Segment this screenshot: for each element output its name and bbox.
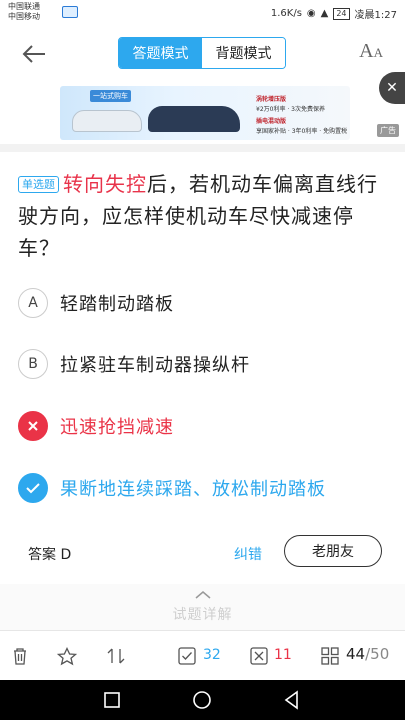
option-b[interactable]: B 拉紧驻车制动器操纵杆 (18, 348, 250, 380)
chevron-up-icon (195, 591, 211, 599)
check-icon (18, 473, 48, 503)
explanation-handle[interactable]: 试题详解 (0, 584, 405, 630)
wrong-count: 11 (274, 647, 292, 663)
signal-icon: ▲ (320, 8, 329, 19)
status-indicators: 1.6K/s ◉ ▲ 24 凌晨1:27 (271, 6, 397, 21)
option-text: 轻踏制动踏板 (60, 294, 174, 315)
mode-switch: 答题模式 背题模式 (118, 37, 286, 69)
carrier-1: 中国联通 (8, 2, 40, 11)
option-text: 迅速抢挡减速 (60, 417, 174, 438)
status-bar: 中国联通 中国移动 1.6K/s ◉ ▲ 24 凌晨1:27 (0, 0, 405, 26)
option-letter: A (18, 288, 48, 318)
carrier-2: 中国移动 (8, 12, 40, 21)
ad-close-button[interactable]: ✕ (379, 72, 405, 104)
arrow-left-icon (22, 45, 45, 63)
option-text: 果断地连续踩踏、放松制动踏板 (60, 479, 326, 500)
question-card: 单选题 转向失控后，若机动车偏离直线行驶方向，应怎样使机动车尽快减速停车？ A 轻… (0, 152, 405, 584)
swap-icon[interactable] (105, 645, 127, 667)
star-icon[interactable] (56, 645, 78, 667)
ad-line-4: 享国家补贴 · 3年0利率 · 免购置税 (256, 128, 348, 135)
font-size-icon[interactable]: AA (359, 40, 383, 63)
tab-recite-mode[interactable]: 背题模式 (202, 38, 285, 68)
ad-line-1: 涡轮增压版 (256, 96, 287, 103)
ad-line-3: 插电混动版 (256, 118, 287, 125)
question-text: 单选题 转向失控后，若机动车偏离直线行驶方向，应怎样使机动车尽快减速停车？ (18, 168, 388, 264)
back-button[interactable] (18, 38, 50, 70)
option-c[interactable]: 迅速抢挡减速 (18, 410, 174, 442)
app-notification-icon (62, 6, 78, 18)
progress-current: 44 (346, 645, 366, 663)
system-nav-bar (0, 680, 405, 720)
explanation-label: 试题详解 (172, 607, 233, 623)
tab-answer-mode[interactable]: 答题模式 (119, 38, 202, 68)
car-image (72, 110, 142, 132)
ad-image: 一站式购车 涡轮增压版 ¥2万0利率 · 3次免费保养 插电混动版 享国家补贴 … (60, 86, 350, 140)
correct-count-icon (176, 645, 198, 667)
question-keyword: 转向失控 (63, 172, 147, 196)
bottom-toolbar: 32 11 44/50 (0, 630, 405, 680)
report-error-link[interactable]: 纠错 (234, 544, 262, 564)
option-letter: B (18, 349, 48, 379)
network-speed: 1.6K/s (270, 8, 302, 19)
home-icon[interactable] (192, 690, 212, 710)
answer-label: 答案 D (28, 547, 72, 563)
wrong-mark-icon (18, 411, 48, 441)
eye-icon: ◉ (306, 8, 316, 19)
option-text: 拉紧驻车制动器操纵杆 (60, 355, 250, 376)
battery-level: 24 (333, 7, 350, 20)
car-image (148, 106, 240, 132)
question-type-badge: 单选题 (18, 176, 59, 193)
option-a[interactable]: A 轻踏制动踏板 (18, 287, 174, 319)
ad-banner[interactable]: 一站式购车 涡轮增压版 ¥2万0利率 · 3次免费保养 插电混动版 享国家补贴 … (0, 82, 405, 144)
grid-icon[interactable] (319, 645, 341, 667)
carrier-info: 中国联通 中国移动 (8, 2, 40, 22)
app-header: 答题模式 背题模式 AA (0, 26, 405, 82)
wrong-count-icon (248, 645, 270, 667)
option-d[interactable]: 果断地连续踩踏、放松制动踏板 (18, 472, 326, 504)
correct-count: 32 (203, 647, 221, 663)
recent-apps-icon[interactable] (102, 690, 122, 710)
ad-line-2: ¥2万0利率 · 3次免费保养 (256, 106, 325, 113)
close-icon: ✕ (386, 80, 398, 96)
trash-icon[interactable] (9, 645, 31, 667)
question-progress[interactable]: 44/50 (346, 645, 389, 663)
system-back-icon[interactable] (282, 690, 302, 710)
ad-headline: 一站式购车 (90, 90, 131, 102)
progress-total: /50 (365, 645, 390, 663)
old-friend-button[interactable]: 老朋友 (284, 535, 382, 567)
clock: 凌晨1:27 (354, 10, 397, 21)
ad-label: 广告 (377, 124, 399, 137)
